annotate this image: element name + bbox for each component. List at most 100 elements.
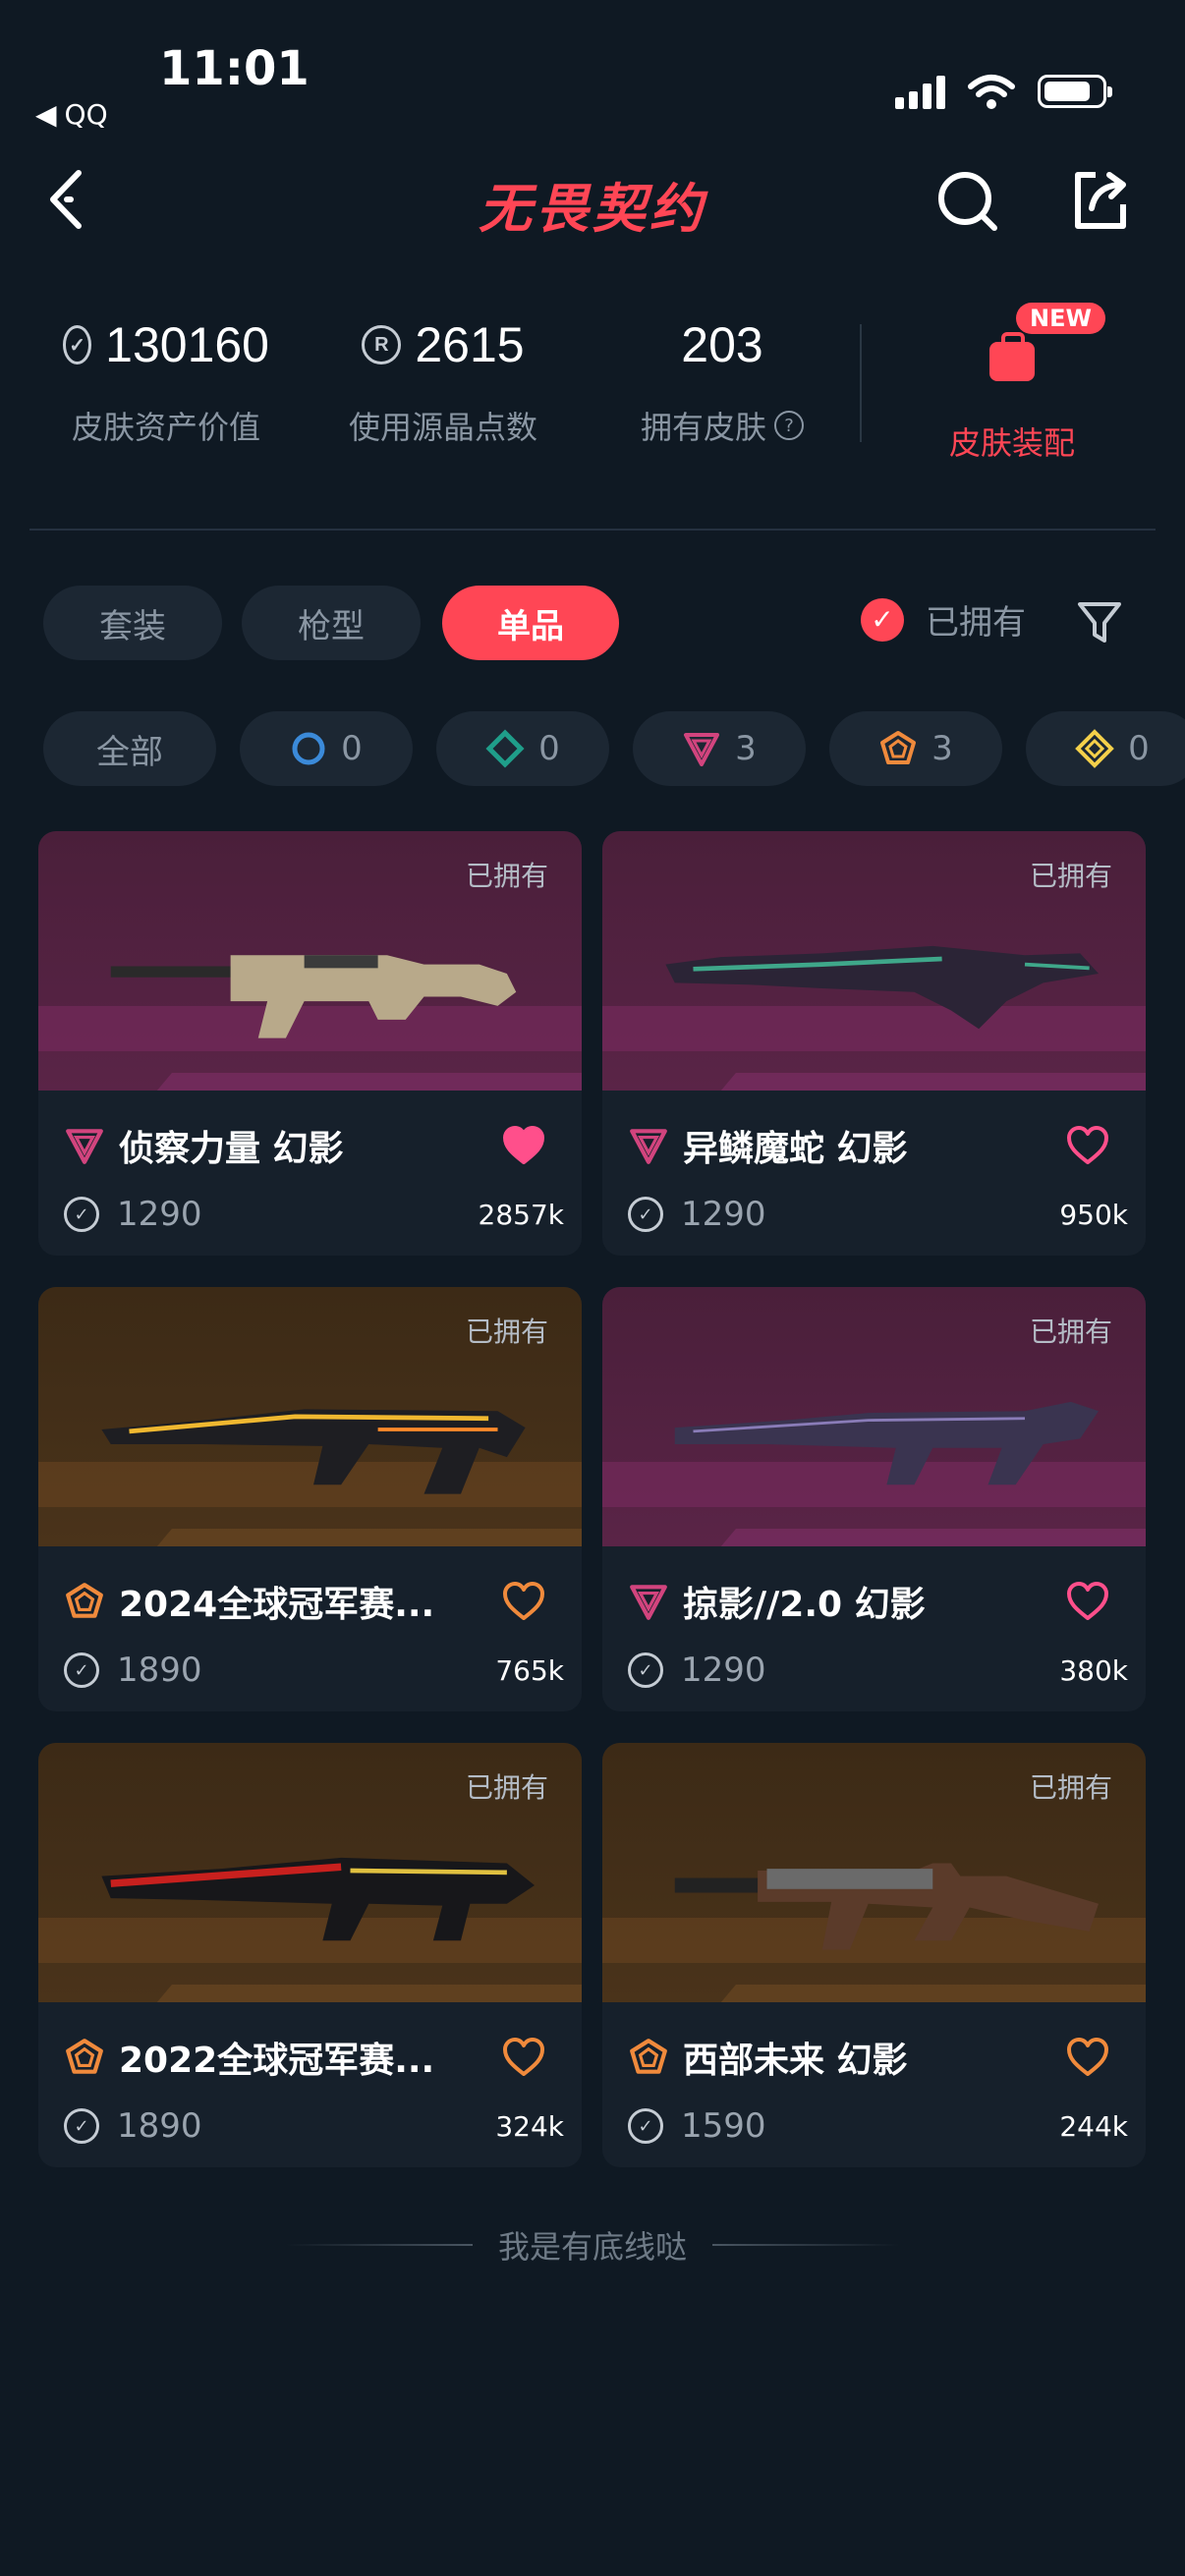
vp-coin-icon: ✓	[64, 1652, 99, 1688]
owned-tag: 已拥有	[465, 860, 548, 892]
stat-value: 2615	[415, 317, 525, 372]
owned-filter-toggle[interactable]: ✓ 已拥有	[861, 595, 1026, 644]
skin-card[interactable]: 已拥有 西部未来 幻影 ✓ 1590 244k	[602, 1743, 1146, 2167]
like-count: 765k	[495, 1653, 564, 1687]
skin-card[interactable]: 已拥有 侦察力量 幻影 ✓ 1290 2857k	[38, 831, 582, 1256]
list-end-footer: 我是有底线哒	[0, 2222, 1185, 2268]
premium-tier-icon	[684, 733, 720, 766]
skin-image: 已拥有	[38, 1287, 582, 1546]
like-count: 2857k	[478, 1198, 564, 1231]
rarity-filter-bar: 全部 0 0 3 3 0	[43, 711, 1185, 790]
new-badge: NEW	[1016, 303, 1105, 334]
like-count: 380k	[1059, 1653, 1128, 1687]
chip-count: 0	[341, 729, 363, 768]
skin-image: 已拥有	[38, 1743, 582, 2002]
tab-set[interactable]: 套装	[43, 586, 222, 660]
wifi-icon	[968, 75, 1015, 109]
skin-name: 2022全球冠军赛...	[119, 2041, 435, 2081]
tab-single-item[interactable]: 单品	[442, 586, 619, 660]
battery-icon	[1038, 75, 1112, 108]
heart-icon[interactable]	[501, 2037, 546, 2078]
tier-icon	[630, 2039, 667, 2074]
stat-label: 使用源晶点数	[348, 409, 537, 446]
vp-coin-icon: ✓	[628, 2108, 663, 2144]
skin-name: 掠影//2.0 幻影	[683, 1585, 926, 1625]
skin-card[interactable]: 已拥有 2022全球冠军赛... ✓ 1890 324k	[38, 1743, 582, 2167]
stat-skin-value: ✓ 130160 皮肤资产价值	[63, 316, 269, 448]
status-icons	[895, 73, 1112, 110]
owned-tag: 已拥有	[1029, 860, 1112, 892]
heart-icon[interactable]	[1065, 1125, 1110, 1166]
deluxe-tier-icon	[485, 729, 525, 768]
tier-icon	[630, 1585, 667, 1620]
heart-icon[interactable]	[1065, 1581, 1110, 1622]
owned-filter-label: 已拥有	[926, 603, 1026, 643]
skin-image: 已拥有	[602, 1287, 1146, 1546]
footer-text: 我是有底线哒	[497, 2228, 687, 2266]
weapon-image	[101, 1857, 535, 1941]
page-title-logo: 无畏契约	[479, 178, 706, 240]
stat-label: 皮肤资产价值	[71, 409, 260, 446]
heart-icon[interactable]	[501, 1125, 546, 1166]
tier-icon	[66, 1129, 103, 1164]
share-icon[interactable]	[1066, 165, 1135, 234]
heart-icon[interactable]	[501, 1581, 546, 1622]
rarity-chip-premium[interactable]: 3	[633, 711, 806, 786]
stat-label: 拥有皮肤	[640, 409, 766, 446]
heart-icon[interactable]	[1065, 2037, 1110, 2078]
owned-tag: 已拥有	[465, 1771, 548, 1804]
like-count: 950k	[1059, 1198, 1128, 1231]
section-divider	[29, 529, 1156, 531]
weapon-image	[665, 945, 1099, 1030]
skin-name: 2024全球冠军赛...	[119, 1585, 435, 1625]
owned-tag: 已拥有	[465, 1316, 548, 1348]
equip-bag-icon	[989, 332, 1035, 381]
rarity-chip-ultra[interactable]: 0	[1026, 711, 1185, 786]
signal-icon	[895, 74, 945, 109]
chip-label: 全部	[96, 732, 163, 772]
search-icon[interactable]	[933, 165, 1002, 234]
tier-icon	[630, 1129, 667, 1164]
help-circle-icon[interactable]: ?	[774, 411, 804, 440]
radianite-icon: R	[362, 325, 402, 364]
stat-owned-skins: 203 拥有皮肤 ?	[619, 316, 825, 448]
filter-funnel-icon[interactable]	[1075, 597, 1124, 646]
vp-coin-icon: ✓	[628, 1197, 663, 1232]
weapon-image	[674, 1863, 1099, 1950]
skin-card[interactable]: 已拥有掠影//2.0 幻影 ✓ 1290 380k	[602, 1287, 1146, 1711]
back-triangle-icon: ◀	[35, 98, 57, 131]
rarity-chip-deluxe[interactable]: 0	[436, 711, 609, 786]
chip-count: 3	[931, 729, 953, 768]
back-to-app[interactable]: ◀ QQ	[35, 98, 108, 131]
like-count: 244k	[1059, 2109, 1128, 2143]
skin-price: 1290	[681, 1195, 766, 1234]
checkmark-icon: ✓	[861, 597, 904, 642]
weapon-image	[110, 955, 517, 1038]
weapon-image	[674, 1401, 1099, 1485]
skin-image: 已拥有	[602, 1743, 1146, 2002]
vp-coin-icon: ✓	[64, 1197, 99, 1232]
rarity-chip-select[interactable]: 0	[240, 711, 413, 786]
skin-price: 1590	[681, 2106, 766, 2146]
tab-weapon-type[interactable]: 枪型	[242, 586, 421, 660]
vp-coin-icon: ✓	[64, 2108, 99, 2144]
owned-tag: 已拥有	[1029, 1771, 1112, 1804]
skin-card[interactable]: 已拥有 2024全球冠军赛... ✓ 1890 765k	[38, 1287, 582, 1711]
back-app-label: QQ	[64, 98, 108, 131]
vp-coin-icon: ✓	[628, 1652, 663, 1688]
skin-card[interactable]: 已拥有 异鳞魔蛇 幻影 ✓ 1290 950k	[602, 831, 1146, 1256]
ultra-tier-icon	[1075, 729, 1115, 768]
weapon-image	[101, 1409, 526, 1494]
skin-image: 已拥有	[602, 831, 1146, 1091]
exclusive-tier-icon	[880, 731, 917, 764]
equip-label: 皮肤装配	[948, 424, 1075, 462]
like-count: 324k	[495, 2109, 564, 2143]
owned-tag: 已拥有	[1029, 1316, 1112, 1348]
rarity-chip-exclusive[interactable]: 3	[829, 711, 1002, 786]
skin-price: 1290	[681, 1651, 766, 1690]
select-tier-icon	[292, 732, 325, 765]
vp-coin-icon: ✓	[63, 325, 92, 364]
tier-icon	[66, 2039, 103, 2074]
stat-value: 203	[681, 317, 763, 372]
rarity-chip-all[interactable]: 全部	[43, 711, 216, 786]
